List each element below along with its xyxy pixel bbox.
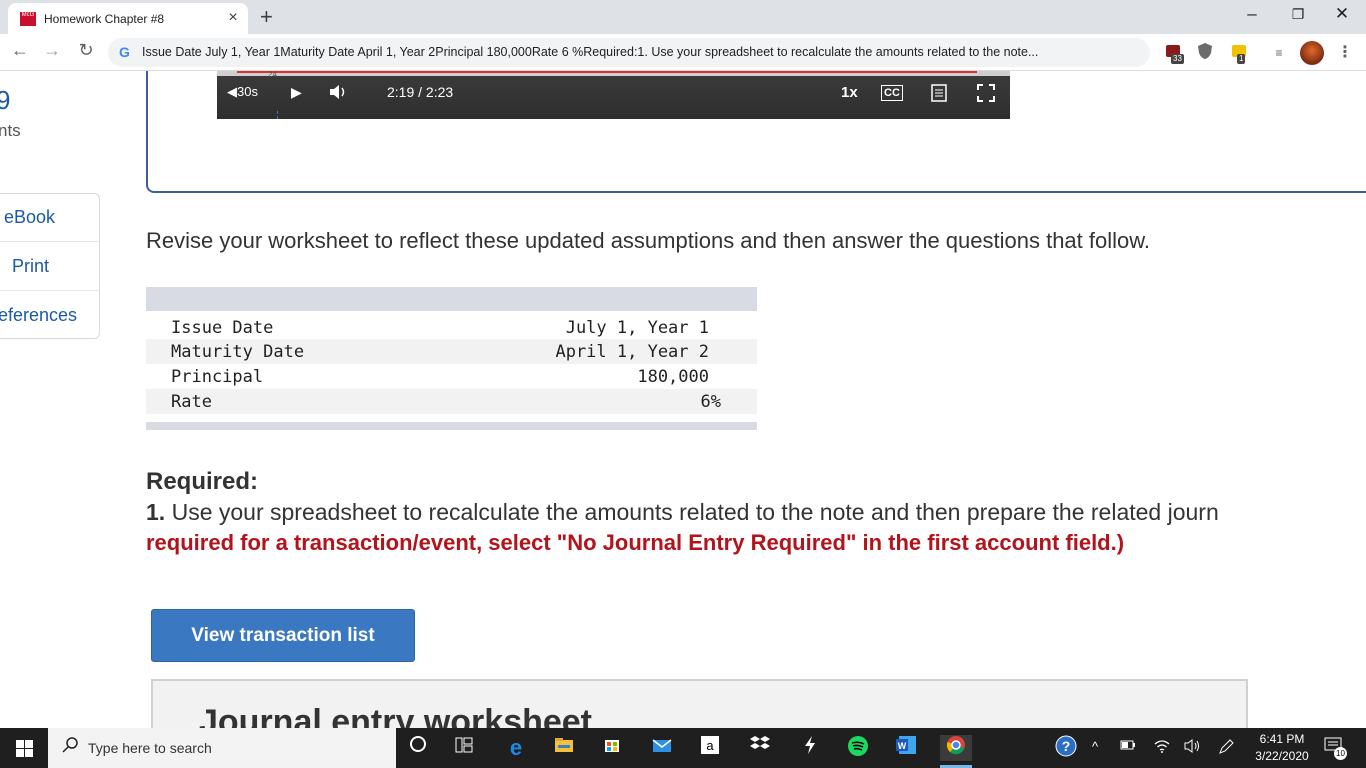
sidebar-item-ebook[interactable]: eBook <box>0 194 100 242</box>
closed-captions-button[interactable]: CC <box>881 85 903 101</box>
dropbox-icon[interactable] <box>744 735 776 761</box>
playback-speed-button[interactable]: 1x <box>841 84 858 101</box>
profile-avatar[interactable] <box>1300 41 1324 65</box>
volume-icon[interactable] <box>329 84 349 103</box>
search-icon <box>62 737 78 758</box>
store-icon[interactable] <box>596 735 628 761</box>
side-menu: eBook Print eferences <box>0 193 100 339</box>
points-label: nts <box>0 121 21 140</box>
required-number: 1. <box>146 499 166 525</box>
address-bar-text[interactable]: Issue Date July 1, Year 1Maturity Date A… <box>142 45 1142 59</box>
address-bar[interactable]: G Issue Date July 1, Year 1Maturity Date… <box>108 38 1150 67</box>
sidebar-item-print[interactable]: Print <box>0 243 100 291</box>
video-player[interactable]: 24 ◀30s ▶ 2:19 / 2:23 1x CC <box>217 71 1010 119</box>
page-content: 9 nts eBook Print eferences 24 ◀30s ▶ 2:… <box>0 71 1366 728</box>
required-heading: Required: <box>146 468 259 495</box>
file-explorer-icon[interactable] <box>548 735 580 761</box>
taskbar-search-box[interactable]: Type here to search <box>48 728 396 768</box>
row-label: Issue Date <box>171 318 274 338</box>
row-value: 6% <box>700 392 721 412</box>
battery-icon[interactable] <box>1120 739 1136 754</box>
browser-tab[interactable]: McG Homework Chapter #8 × <box>8 3 248 34</box>
rewind-30s-button[interactable]: ◀30s <box>227 84 258 100</box>
close-window-button[interactable]: ✕ <box>1322 4 1362 24</box>
table-row: Maturity Date April 1, Year 2 <box>146 339 757 364</box>
tab-title: Homework Chapter #8 <box>44 12 165 26</box>
question-number: 9 <box>0 85 11 115</box>
volume-tray-icon[interactable] <box>1184 739 1202 756</box>
instructions-text: Revise your worksheet to reflect these u… <box>146 228 1151 253</box>
worksheet-title: Journal entry worksheet <box>199 703 593 728</box>
clock-time: 6:41 PM <box>1259 732 1305 746</box>
help-icon[interactable]: ? <box>1050 735 1082 761</box>
svg-text:W: W <box>898 741 907 751</box>
extension-honey-icon[interactable]: 33 <box>1162 42 1184 64</box>
tab-close-button[interactable]: × <box>224 9 242 27</box>
shield-extension-icon[interactable] <box>1194 42 1216 64</box>
journal-entry-worksheet: Journal entry worksheet <box>151 679 1248 728</box>
word-icon[interactable]: W <box>890 735 922 761</box>
show-hidden-icons-chevron-icon[interactable]: ^ <box>1092 739 1098 754</box>
sidebar-item-references[interactable]: eferences <box>0 292 100 340</box>
row-value: July 1, Year 1 <box>565 318 709 338</box>
assumptions-table: Issue Date July 1, Year 1 Maturity Date … <box>146 287 757 431</box>
extension-yellow-icon[interactable]: 1 <box>1228 42 1250 64</box>
edge-icon[interactable]: e <box>500 735 532 761</box>
browser-menu-icon[interactable]: ⋮ <box>1334 42 1356 64</box>
taskbar-clock[interactable]: 6:41 PM 3/22/2020 <box>1244 731 1320 765</box>
required-note: required for a transaction/event, select… <box>146 530 1125 555</box>
windows-start-icon[interactable] <box>16 740 33 757</box>
new-tab-button[interactable]: + <box>260 4 273 30</box>
search-input[interactable]: Type here to search <box>88 740 212 756</box>
play-icon[interactable]: ▶ <box>291 84 302 101</box>
fullscreen-icon[interactable] <box>977 84 995 105</box>
transcript-icon[interactable] <box>931 84 947 105</box>
video-time: 2:19 / 2:23 <box>387 84 454 100</box>
mcgraw-hill-favicon-icon: McG <box>20 12 36 26</box>
table-row: Principal 180,000 <box>146 364 757 389</box>
task-view-icon[interactable] <box>448 735 480 761</box>
notification-center-icon[interactable]: 10 <box>1324 737 1347 760</box>
row-value: 180,000 <box>637 367 709 387</box>
cortana-icon[interactable] <box>402 735 434 761</box>
row-value: April 1, Year 2 <box>555 342 709 362</box>
notification-count: 10 <box>1334 747 1347 760</box>
amazon-icon[interactable]: a <box>694 735 726 761</box>
restore-button[interactable]: ❐ <box>1278 6 1318 23</box>
lightning-app-icon[interactable] <box>794 735 826 761</box>
required-body: Use your spreadsheet to recalculate the … <box>171 499 1219 525</box>
reload-button[interactable]: ↻ <box>76 40 96 61</box>
windows-taskbar: Type here to search e a W ? ^ 6:41 PM 3/… <box>0 728 1366 768</box>
browser-tab-bar: McG Homework Chapter #8 × + – ❐ ✕ <box>0 0 1366 34</box>
table-row: Issue Date July 1, Year 1 <box>146 315 757 340</box>
minimize-button[interactable]: – <box>1232 4 1272 24</box>
chart-tick-label: 24 <box>268 71 277 79</box>
forward-button[interactable]: → <box>42 40 62 61</box>
row-label: Principal <box>171 367 264 387</box>
svg-text:a: a <box>706 738 714 753</box>
browser-toolbar: ← → ↻ G Issue Date July 1, Year 1Maturit… <box>0 34 1366 71</box>
reading-list-icon[interactable]: ≡ <box>1268 42 1290 64</box>
back-button[interactable]: ← <box>10 40 30 61</box>
row-label: Maturity Date <box>171 342 305 362</box>
scrub-indicator <box>277 111 278 119</box>
table-footer <box>146 422 757 430</box>
table-row: Rate 6% <box>146 389 757 414</box>
chart-red-line <box>237 71 977 73</box>
spotify-icon[interactable] <box>842 735 874 761</box>
wifi-icon[interactable] <box>1154 739 1170 756</box>
row-label: Rate <box>171 392 212 412</box>
clock-date: 3/22/2020 <box>1255 749 1309 763</box>
pen-icon[interactable] <box>1218 739 1234 758</box>
view-transaction-list-button[interactable]: View transaction list <box>151 609 415 662</box>
svg-text:?: ? <box>1062 738 1071 754</box>
chrome-icon[interactable] <box>940 735 972 761</box>
required-text: 1. Use your spreadsheet to recalculate t… <box>146 499 1219 526</box>
table-header <box>146 287 757 311</box>
google-search-icon: G <box>119 44 130 60</box>
mail-icon[interactable] <box>646 735 678 761</box>
